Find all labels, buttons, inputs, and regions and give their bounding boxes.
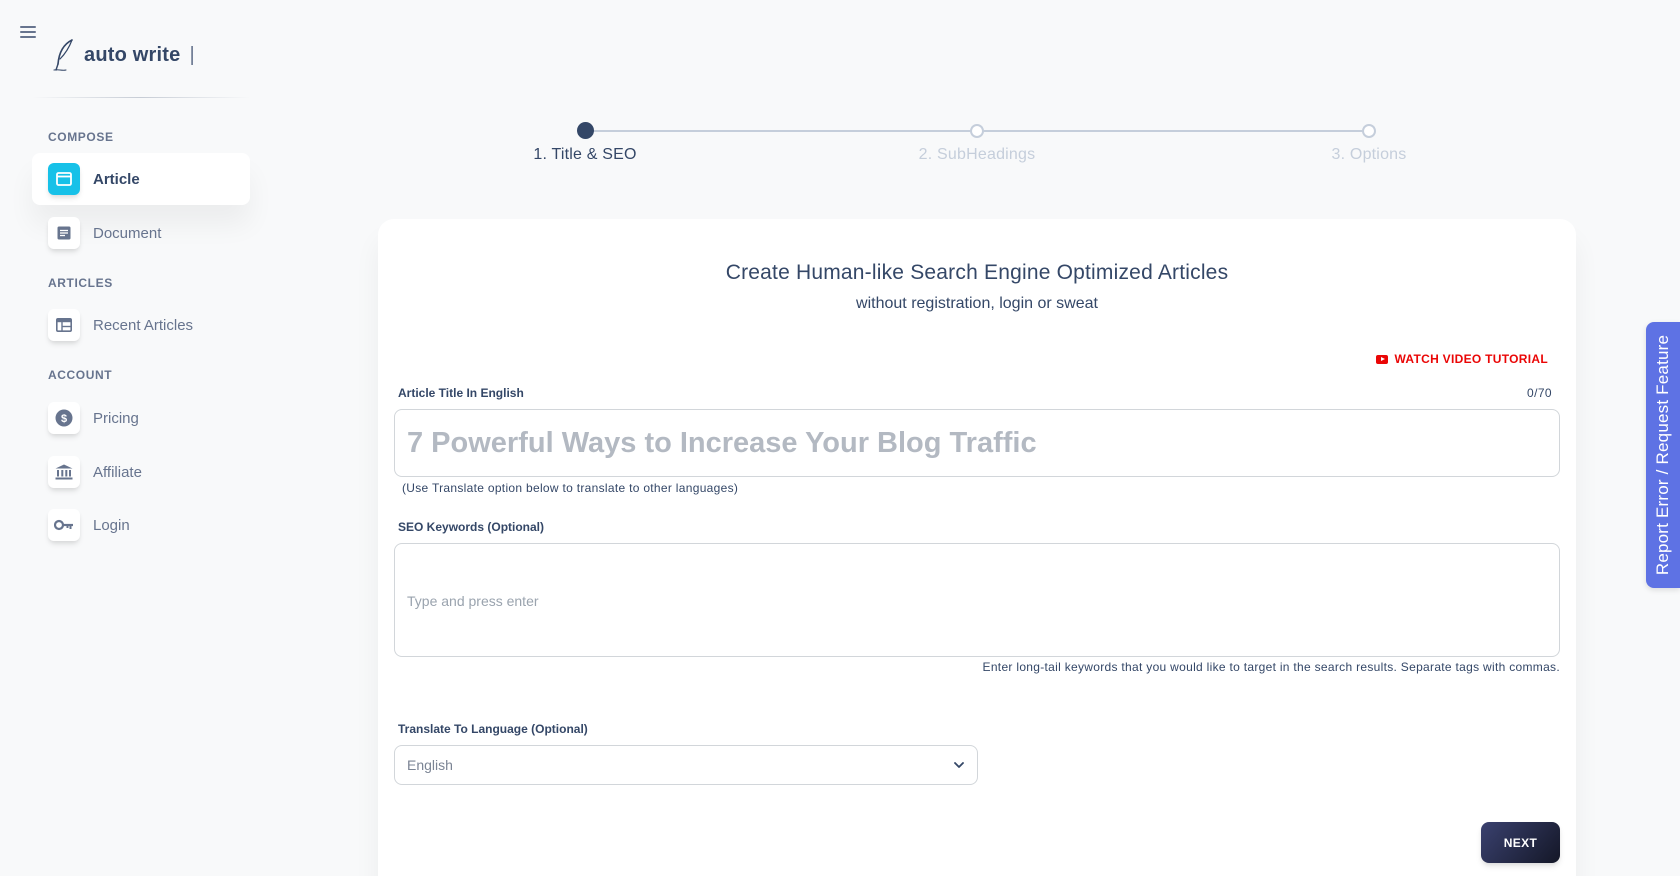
sidebar-item-login[interactable]: Login [32, 499, 250, 551]
brand-cursor: | [189, 43, 195, 66]
brand-logo[interactable]: auto write | [52, 38, 195, 72]
step-label: 2. SubHeadings [918, 146, 1036, 163]
brand-name: auto write [84, 43, 181, 66]
sidebar-item-affiliate[interactable]: Affiliate [32, 446, 250, 498]
step-dot [1362, 124, 1376, 138]
card-subtitle: without registration, login or sweat [856, 295, 1098, 312]
sidebar: auto write | COMPOSE Article Document ART… [0, 0, 268, 876]
sidebar-item-label: Article [93, 170, 140, 188]
seo-keywords-input[interactable] [407, 590, 1007, 612]
seo-keywords-tag-box[interactable] [394, 543, 1560, 657]
sidebar-item-label: Login [93, 516, 130, 534]
step-label: 3. Options [1331, 146, 1407, 163]
report-error-label: Report Error / Request Feature [1653, 334, 1673, 576]
table-icon [48, 309, 80, 341]
svg-text:$: $ [61, 413, 67, 425]
section-articles: ARTICLES [48, 276, 113, 290]
youtube-icon [1376, 354, 1389, 364]
bank-icon [48, 456, 80, 488]
sidebar-item-recent-articles[interactable]: Recent Articles [32, 299, 250, 351]
article-title-input[interactable] [394, 409, 1560, 477]
article-form-card: Create Human-like Search Engine Optimize… [378, 219, 1576, 876]
document-icon [48, 217, 80, 249]
sidebar-item-pricing[interactable]: $ Pricing [32, 392, 250, 444]
section-compose: COMPOSE [48, 130, 114, 144]
quill-pen-icon [53, 39, 73, 71]
next-button[interactable]: NEXT [1481, 822, 1560, 863]
step-options[interactable]: 3. Options [1269, 118, 1469, 164]
translate-language-select[interactable]: English [394, 745, 978, 785]
title-hint: (Use Translate option below to translate… [402, 481, 739, 495]
sidebar-item-label: Recent Articles [93, 316, 194, 334]
dollar-coin-icon: $ [48, 402, 80, 434]
sidebar-item-label: Affiliate [93, 463, 142, 481]
watch-video-label: WATCH VIDEO TUTORIAL [1394, 352, 1548, 366]
selected-language: English [407, 757, 453, 773]
sidebar-item-article[interactable]: Article [32, 153, 250, 205]
step-dot [576, 122, 594, 139]
article-title-label: Article Title In English [398, 386, 524, 400]
sidebar-item-document[interactable]: Document [32, 207, 250, 259]
progress-stepper: 1. Title & SEO 2. SubHeadings 3. Options [378, 118, 1576, 178]
sidebar-item-label: Pricing [93, 409, 139, 427]
key-icon [48, 509, 80, 541]
sidebar-item-label: Document [93, 224, 162, 242]
browser-window-icon [48, 163, 80, 195]
chevron-down-icon [954, 762, 964, 768]
card-title: Create Human-like Search Engine Optimize… [725, 261, 1229, 284]
hamburger-menu-icon[interactable] [20, 25, 36, 39]
section-account: ACCOUNT [48, 368, 113, 382]
keywords-hint: Enter long-tail keywords that you would … [982, 660, 1560, 674]
sidebar-divider [32, 97, 250, 98]
title-char-counter: 0/70 [1527, 386, 1552, 400]
step-title-seo[interactable]: 1. Title & SEO [485, 118, 685, 164]
step-subheadings[interactable]: 2. SubHeadings [877, 118, 1077, 164]
translate-language-label: Translate To Language (Optional) [398, 722, 588, 736]
step-dot [970, 124, 984, 138]
step-label: 1. Title & SEO [533, 146, 637, 163]
seo-keywords-label: SEO Keywords (Optional) [398, 520, 545, 534]
report-error-tab[interactable]: Report Error / Request Feature [1646, 322, 1680, 588]
watch-video-tutorial-link[interactable]: WATCH VIDEO TUTORIAL [1376, 352, 1548, 366]
